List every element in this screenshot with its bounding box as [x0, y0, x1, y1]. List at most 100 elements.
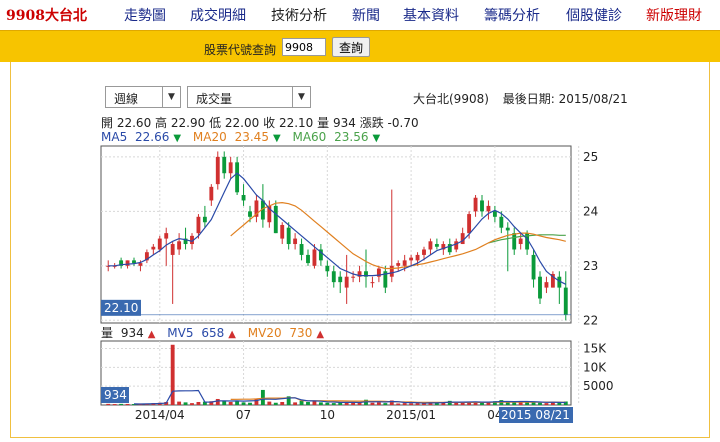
x-tick-label: 2014/04 — [135, 408, 185, 422]
x-tick-label: 2015/01 — [386, 408, 436, 422]
candle-body — [202, 216, 207, 223]
candle-body — [422, 249, 426, 255]
volume-bar — [248, 402, 252, 405]
candle-body — [228, 162, 233, 174]
candle-body — [209, 186, 214, 201]
volume-bar — [325, 402, 330, 405]
candle-body — [473, 197, 478, 212]
candle-body — [299, 244, 304, 255]
volume-bar — [119, 403, 124, 405]
nav-item-basic-info[interactable]: 基本資料 — [403, 5, 459, 25]
candle-body — [499, 216, 504, 228]
volume-bar — [383, 403, 388, 405]
volume-bar — [351, 402, 356, 405]
current-price-label: 22.10 — [104, 301, 138, 315]
stock-search-bar: 股票代號查詢 查詢 — [0, 30, 720, 62]
stock-chart[interactable]: 25 24 23 22 15K 10K 5000 22.10 934 2014/04 07 10 201… — [1, 62, 701, 438]
search-button[interactable]: 查詢 — [332, 37, 370, 57]
volume-bar — [370, 402, 375, 405]
candle-body — [248, 211, 252, 217]
nav-item-news[interactable]: 新聞 — [352, 5, 380, 25]
nav-item-chip-analysis[interactable]: 籌碼分析 — [484, 5, 540, 25]
stock-brand-link[interactable]: 9908大台北 — [6, 5, 87, 25]
volume-bar — [306, 401, 310, 405]
candle-body — [196, 216, 201, 234]
volume-bar — [112, 404, 117, 406]
x-tick-label: 2015 08/21 — [501, 408, 570, 422]
candle-body — [415, 254, 420, 261]
candle-body — [370, 282, 375, 284]
nav-item-trade-details[interactable]: 成交明細 — [190, 5, 246, 25]
volume-bar — [402, 403, 407, 405]
candle-body — [396, 263, 401, 266]
volume-bar — [177, 401, 182, 405]
candle-body — [170, 244, 175, 255]
volume-tick-label: 15K — [583, 342, 607, 356]
volume-bar — [409, 403, 414, 405]
x-tick-label: 07 — [236, 408, 251, 422]
nav-item-technical-analysis[interactable]: 技術分析 — [271, 5, 327, 25]
candle-body — [286, 227, 291, 245]
candle-body — [138, 263, 143, 266]
candle-body — [351, 276, 356, 278]
candle-body — [531, 254, 536, 280]
top-nav: 9908大台北 走勢圖 成交明細 技術分析 新聞 基本資料 籌碼分析 個股健診 … — [0, 0, 720, 30]
nav-item-new-finance[interactable]: 新版理財 — [646, 5, 702, 25]
volume-bar — [280, 401, 285, 405]
candle-body — [293, 238, 298, 245]
candle-body — [409, 257, 414, 261]
candle-body — [151, 246, 156, 250]
candle-body — [177, 241, 182, 250]
candle-body — [344, 276, 349, 288]
candle-body — [312, 249, 317, 266]
nav-item-trend-chart[interactable]: 走勢圖 — [124, 5, 166, 25]
price-tick-label: 24 — [583, 204, 598, 218]
stock-code-input[interactable] — [282, 38, 326, 56]
candle-body — [157, 238, 162, 250]
price-tick-label: 22 — [583, 313, 598, 327]
volume-bar — [293, 402, 298, 405]
volume-bar — [260, 389, 265, 405]
candle-body — [434, 244, 439, 247]
candle-body — [492, 211, 497, 217]
candle-body — [518, 238, 523, 245]
candle-body — [241, 195, 246, 201]
volume-bar — [125, 403, 130, 405]
volume-bar — [183, 402, 188, 405]
price-tick-label: 23 — [583, 259, 598, 273]
candle-body — [486, 205, 491, 212]
candle-body — [563, 287, 568, 315]
nav-item-stock-checkup[interactable]: 個股健診 — [566, 5, 622, 25]
volume-bar — [215, 398, 220, 405]
candle-body — [306, 254, 310, 264]
volume-bar — [376, 402, 381, 405]
volume-bar — [241, 402, 246, 405]
candle-body — [331, 271, 336, 283]
volume-bar — [273, 402, 278, 405]
volume-bar — [106, 403, 111, 405]
volume-bar — [196, 401, 201, 405]
candle-body — [402, 260, 407, 266]
candle-body — [467, 214, 472, 234]
candle-body — [480, 200, 484, 212]
candle-body — [125, 260, 130, 266]
candle-body — [505, 227, 510, 231]
volume-bar — [396, 403, 401, 405]
price-tick-label: 25 — [583, 150, 598, 164]
volume-bar — [454, 402, 459, 405]
volume-bar — [228, 401, 233, 405]
candle-body — [222, 156, 227, 174]
volume-bar — [318, 402, 323, 405]
candle-body — [273, 205, 278, 234]
candle-body — [164, 233, 169, 239]
technical-chart-panel: 週線 ▼ 成交量 ▼ 大台北(9908) 最後日期: 2015/08/21 開 … — [10, 62, 710, 438]
volume-bar — [331, 403, 336, 405]
candle-body — [512, 233, 517, 250]
volume-bar — [190, 403, 194, 405]
candle-body — [338, 276, 343, 283]
candle-body — [325, 265, 330, 272]
volume-bar — [267, 401, 272, 405]
volume-bar — [544, 403, 549, 405]
candle-body — [538, 276, 542, 299]
volume-tick-label: 10K — [583, 360, 607, 374]
